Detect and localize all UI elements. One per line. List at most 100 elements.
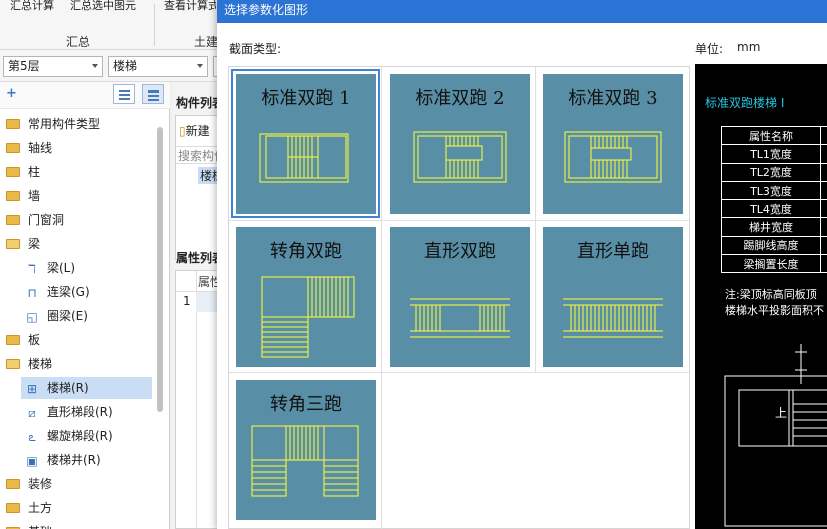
stair-plan-drawing [413, 131, 507, 183]
tile-thumbnail: 标准双跑 1 [236, 74, 376, 214]
spiral-flight-icon: ఽ [28, 429, 36, 444]
view-formula-button[interactable]: 查看计算式 [164, 0, 216, 14]
tree-item-label: 基础 [28, 525, 52, 529]
tile-thumbnail: 直形单跑 [543, 227, 683, 367]
tree-item-beam[interactable]: ℸ 梁(L) [0, 257, 156, 279]
tree-item-label: 板 [28, 333, 41, 347]
shape-preview-pane: 标准双跑楼梯 I 属性名称 TL1宽度 TL2宽度 TL3宽度 TL4宽度 梯井… [695, 64, 827, 529]
preview-plan-drawing [724, 344, 827, 527]
folder-open-icon [6, 238, 20, 249]
preview-note-line: 注:梁顶标高同板顶 [725, 288, 817, 301]
tree-item-label: 连梁(G) [47, 285, 90, 299]
tile-straight-single[interactable]: 直形单跑 [537, 221, 688, 372]
properties-header: 属性列表 [176, 251, 220, 265]
ribbon-group-summary: 汇总 [66, 35, 91, 49]
stair-plan-drawing [261, 276, 355, 358]
table-cell [820, 199, 827, 219]
grid-divider [229, 372, 689, 373]
summary-selected-button[interactable]: 汇总选中图元 [70, 0, 146, 14]
tree-item-beam-group[interactable]: 梁 [0, 233, 156, 255]
stair-plan-drawing [251, 425, 359, 497]
tree-item-slab[interactable]: 板 [0, 329, 156, 351]
tree-item-stair-group[interactable]: 楼梯 [0, 353, 156, 375]
tree-item-label: 梁 [28, 237, 41, 251]
folder-icon [6, 502, 20, 513]
tree-item-stair[interactable]: ⊞ 楼梯(R) [21, 377, 152, 399]
tile-standard-double-3[interactable]: 标准双跑 3 [537, 68, 688, 219]
tree-icon-line [148, 90, 159, 93]
tree-item-column[interactable]: 柱 [0, 161, 156, 183]
category-select[interactable]: 楼梯 [108, 56, 208, 77]
tree-item-link-beam[interactable]: ⊓ 连梁(G) [0, 281, 156, 303]
floor-select[interactable]: 第5层 [3, 56, 103, 77]
table-cell [820, 254, 827, 274]
new-doc-icon: ▯ [179, 124, 186, 138]
section-type-label: 截面类型: [229, 42, 282, 56]
tree-view-button[interactable] [142, 84, 164, 104]
preview-title: 标准双跑楼梯 I [705, 96, 785, 110]
table-cell [820, 217, 827, 237]
table-cell: 属性名称 [721, 125, 821, 146]
table-row: TL2宽度 [721, 162, 827, 182]
tree-icon-line [148, 95, 159, 97]
stair-plan-drawing [564, 131, 662, 183]
tree-item-axis[interactable]: 轴线 [0, 137, 156, 159]
chevron-down-icon [197, 64, 203, 68]
preview-parameter-table: 属性名称 TL1宽度 TL2宽度 TL3宽度 TL4宽度 梯井宽度 踢脚线高度 … [721, 125, 827, 274]
folder-icon [6, 166, 20, 177]
tile-corner-triple[interactable]: 转角三跑 [230, 374, 381, 525]
folder-open-icon [6, 358, 20, 369]
ring-beam-icon: ◱ [26, 309, 38, 324]
tile-corner-double[interactable]: 转角双跑 [230, 221, 381, 372]
tile-thumbnail: 标准双跑 3 [543, 74, 683, 214]
list-icon-line [119, 94, 130, 96]
stair-plan-drawing [259, 133, 349, 183]
tree-item-door-window[interactable]: 门窗洞 [0, 209, 156, 231]
tree-item-label: 楼梯 [28, 357, 53, 371]
new-component-button[interactable]: ▯新建 [179, 122, 210, 139]
beam-icon: ℸ [28, 261, 36, 276]
tile-standard-double-2[interactable]: 标准双跑 2 [384, 68, 535, 219]
tree-item-label: 门窗洞 [28, 213, 65, 227]
component-search-input[interactable]: 搜索构件 [176, 146, 219, 164]
folder-icon [6, 334, 20, 345]
folder-icon [6, 190, 20, 201]
table-row: TL1宽度 [721, 144, 827, 164]
grid-divider [381, 67, 382, 529]
tile-straight-double[interactable]: 直形双跑 [384, 221, 535, 372]
properties-grid: 属性名称 1 [175, 270, 220, 529]
link-beam-icon: ⊓ [27, 285, 37, 300]
tree-item-label: 梁(L) [47, 261, 76, 275]
tree-item-foundation[interactable]: 基础 [0, 521, 156, 529]
tree-item-earthwork[interactable]: 土方 [0, 497, 156, 519]
tree-item-spiral-flight[interactable]: ఽ 螺旋梯段(R) [0, 425, 156, 447]
shape-tile-grid: 标准双跑 1 标准双跑 2 标准双跑 3 转角双跑 直形双跑 直形单跑 转角三跑 [228, 66, 690, 529]
unit-value: mm [737, 40, 761, 54]
tree-item-straight-flight[interactable]: ⧄ 直形梯段(R) [0, 401, 156, 423]
tree-item-stairwell[interactable]: ▣ 楼梯井(R) [0, 449, 156, 471]
tile-thumbnail: 直形双跑 [390, 227, 530, 367]
summary-calc-button[interactable]: 汇总计算 [10, 0, 62, 14]
table-cell [820, 235, 827, 256]
unit-label: 单位: [695, 42, 724, 56]
tree-item-label: 直形梯段(R) [47, 405, 113, 419]
component-list-panel: 构件列表 ▯新建 搜索构件 楼梯 属性列表 属性名称 1 [172, 82, 220, 529]
tree-item-decoration[interactable]: 装修 [0, 473, 156, 495]
list-view-button[interactable] [113, 84, 135, 104]
tree-scrollbar[interactable] [157, 127, 163, 412]
tree-item-label: 装修 [28, 477, 53, 491]
tree-item-wall[interactable]: 墙 [0, 185, 156, 207]
tree-item-label: 圈梁(E) [47, 309, 88, 323]
floor-select-value: 第5层 [8, 59, 40, 73]
new-button-label: 新建 [185, 124, 210, 138]
add-sparkle-icon[interactable]: + [6, 86, 17, 101]
tree-item-label: 常用构件类型 [28, 117, 101, 131]
dialog-title: 选择参数化图形 [217, 0, 827, 23]
table-row: 踢脚线高度 [721, 235, 827, 256]
tree-item-common-types[interactable]: 常用构件类型 [0, 113, 156, 135]
component-list-box: ▯新建 搜索构件 楼梯 [175, 115, 220, 260]
tile-standard-double-1[interactable]: 标准双跑 1 [230, 68, 381, 219]
table-cell: 梯井宽度 [721, 217, 821, 237]
table-cell: TL3宽度 [721, 180, 821, 201]
tree-item-ring-beam[interactable]: ◱ 圈梁(E) [0, 305, 156, 327]
